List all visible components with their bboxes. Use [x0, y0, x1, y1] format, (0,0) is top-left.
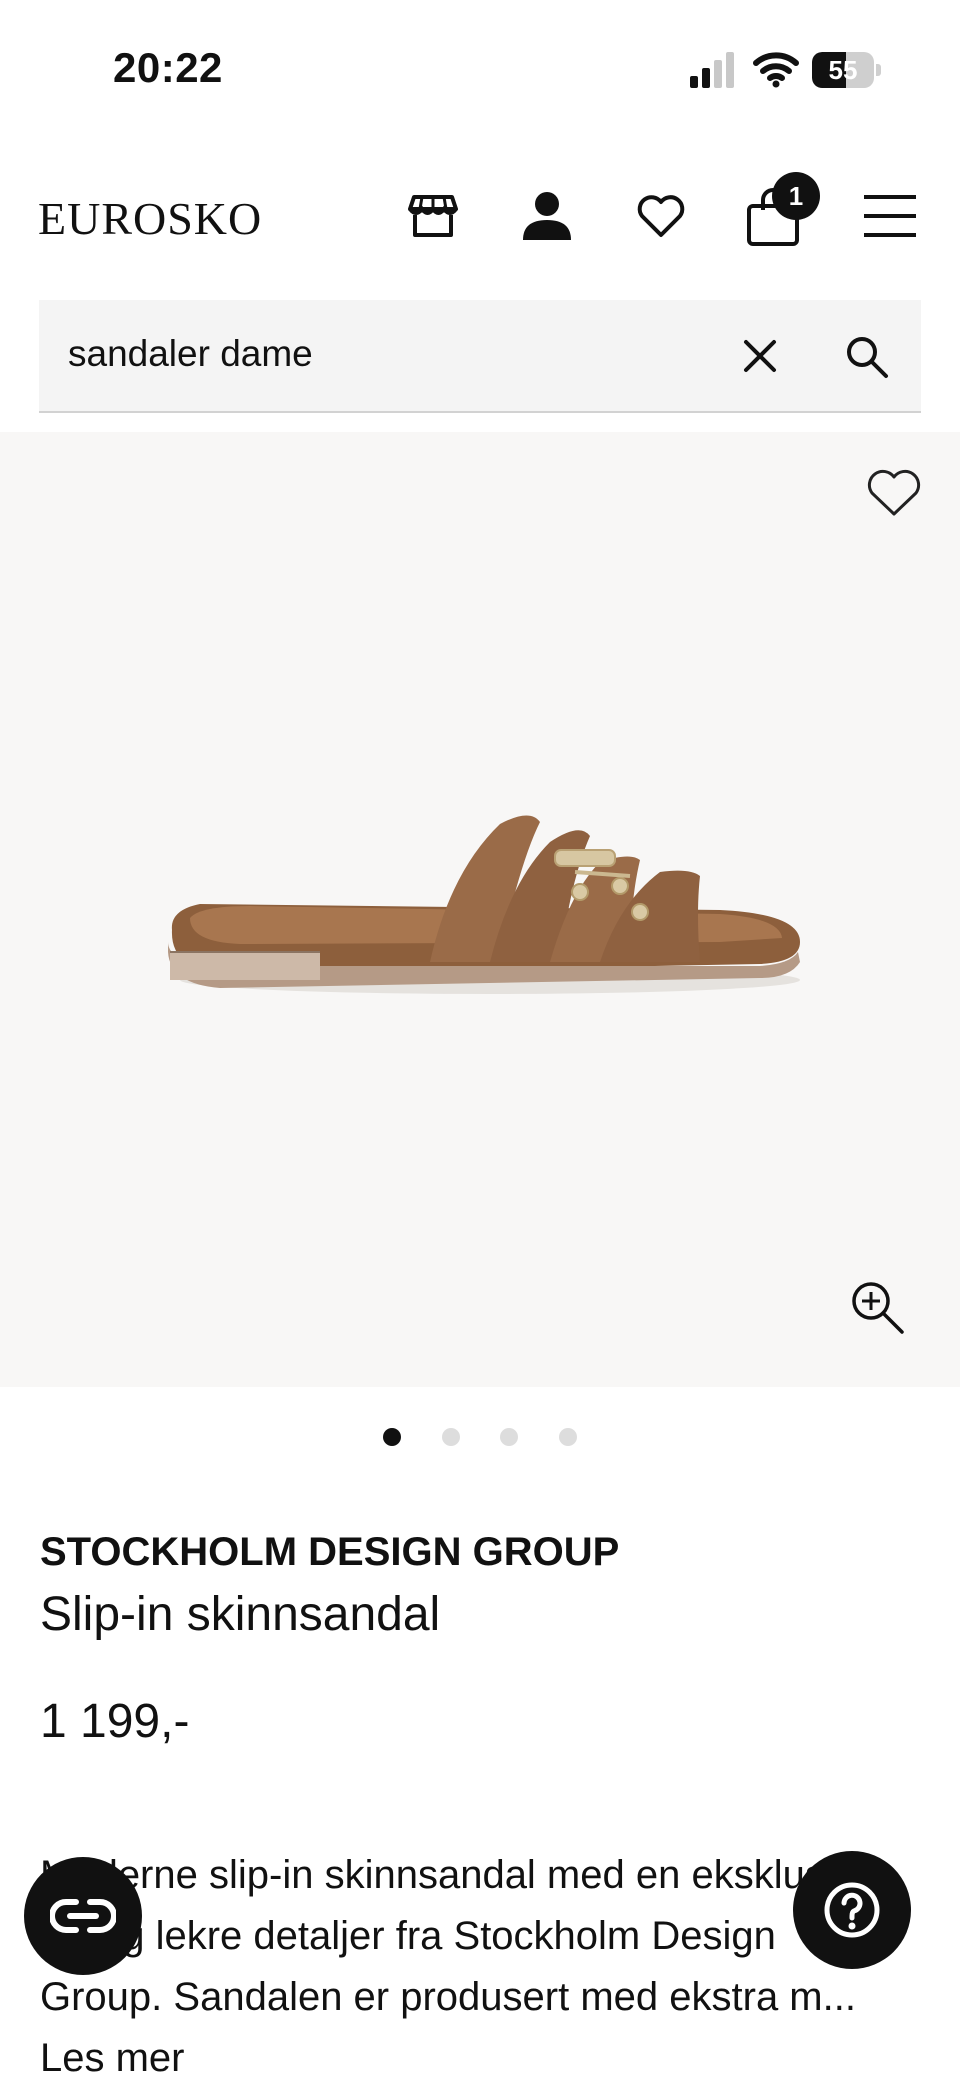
gallery-dot-3[interactable] — [500, 1428, 518, 1446]
product-title: Slip-in skinnsandal — [40, 1588, 441, 1641]
description-line: stil og lekre detaljer fra Stockholm Des… — [40, 1914, 776, 1958]
help-button[interactable] — [793, 1851, 911, 1969]
battery-indicator: 55 — [812, 52, 882, 88]
read-more-link[interactable]: Les mer — [40, 2028, 920, 2089]
gallery-dot-1[interactable] — [383, 1428, 401, 1446]
gallery-dot-2[interactable] — [442, 1428, 460, 1446]
product-sandal-image — [168, 815, 800, 994]
user-account-icon[interactable] — [519, 188, 575, 244]
clear-search-icon[interactable] — [738, 334, 782, 378]
description-line: Moderne slip-in skinnsandal med en ekskl… — [40, 1853, 854, 1897]
search-input[interactable]: sandaler dame — [68, 333, 313, 375]
link-chain-button[interactable] — [24, 1857, 142, 1975]
menu-hamburger-icon[interactable] — [862, 188, 918, 244]
eurosko-logo[interactable]: EUROSKO — [38, 192, 262, 245]
product-brand[interactable]: STOCKHOLM DESIGN GROUP — [40, 1530, 619, 1575]
description-line: Group. Sandalen er produsert med ekstra … — [40, 1975, 856, 2019]
store-icon[interactable] — [405, 188, 461, 244]
status-time: 20:22 — [113, 44, 223, 91]
gallery-dot-4[interactable] — [559, 1428, 577, 1446]
wifi-icon — [753, 52, 799, 88]
product-price: 1 199,- — [40, 1695, 190, 1748]
search-icon[interactable] — [844, 334, 890, 380]
link-icon — [50, 1899, 116, 1933]
product-image-gallery[interactable] — [0, 432, 960, 1387]
help-question-icon — [824, 1882, 880, 1938]
battery-level: 55 — [828, 55, 858, 85]
cart-count-badge: 1 — [772, 172, 820, 220]
wishlist-heart-icon[interactable] — [633, 188, 689, 244]
zoom-in-icon[interactable] — [848, 1278, 908, 1338]
add-to-wishlist-icon[interactable] — [866, 468, 926, 520]
product-description: Moderne slip-in skinnsandal med en ekskl… — [40, 1845, 920, 2089]
cellular-signal-icon — [690, 52, 734, 88]
